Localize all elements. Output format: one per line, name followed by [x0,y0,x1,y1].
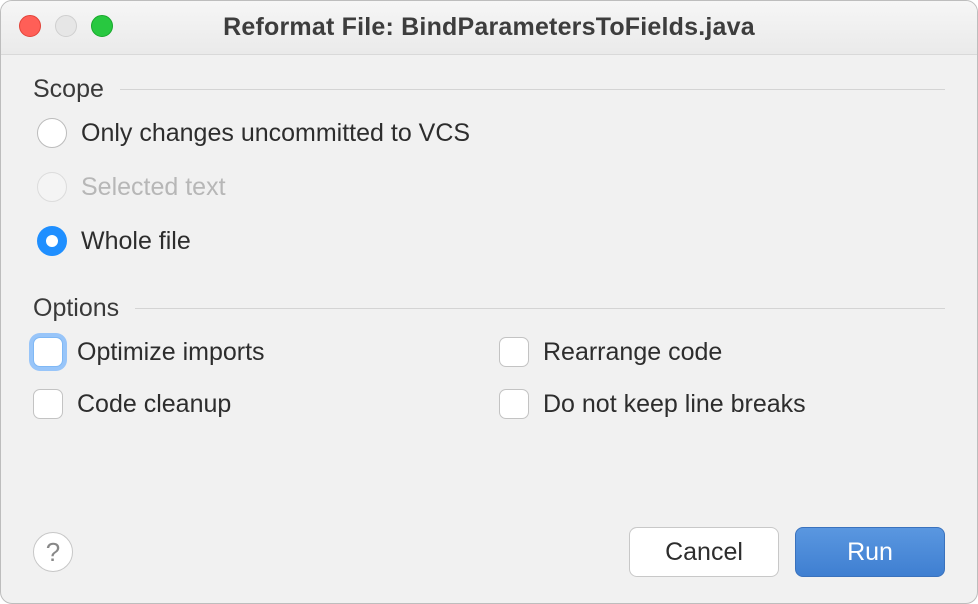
help-button[interactable]: ? [33,532,73,572]
options-label: Options [33,294,119,323]
scope-option-label: Only changes uncommitted to VCS [81,119,470,148]
dialog-footer: ? Cancel Run [1,527,977,603]
cancel-button[interactable]: Cancel [629,527,779,577]
checkbox-icon[interactable] [499,337,529,367]
titlebar: Reformat File: BindParametersToFields.ja… [1,1,977,55]
scope-label: Scope [33,75,104,104]
option-label: Rearrange code [543,338,722,367]
divider [120,89,945,90]
dialog-title: Reformat File: BindParametersToFields.ja… [1,13,977,42]
cancel-button-label: Cancel [665,538,743,567]
radio-icon [37,172,67,202]
option-label: Do not keep line breaks [543,390,806,419]
scope-option-label: Whole file [81,227,191,256]
scope-option-selected-text: Selected text [37,172,945,202]
scope-section-header: Scope [33,75,945,104]
minimize-icon [55,15,77,37]
checkbox-icon[interactable] [33,389,63,419]
divider [135,308,945,309]
option-label: Optimize imports [77,338,265,367]
option-rearrange-code[interactable]: Rearrange code [499,337,945,367]
run-button-label: Run [847,538,893,567]
option-label: Code cleanup [77,390,231,419]
radio-icon[interactable] [37,226,67,256]
maximize-icon[interactable] [91,15,113,37]
scope-option-vcs[interactable]: Only changes uncommitted to VCS [37,118,945,148]
checkbox-icon[interactable] [499,389,529,419]
options-section-header: Options [33,294,945,323]
option-code-cleanup[interactable]: Code cleanup [33,389,479,419]
help-icon: ? [46,537,60,568]
dialog-content: Scope Only changes uncommitted to VCS Se… [1,55,977,527]
window-controls [19,15,113,37]
radio-icon[interactable] [37,118,67,148]
scope-option-label: Selected text [81,173,226,202]
option-keep-line-breaks[interactable]: Do not keep line breaks [499,389,945,419]
options-grid: Optimize imports Rearrange code Code cle… [33,337,945,419]
reformat-file-dialog: Reformat File: BindParametersToFields.ja… [0,0,978,604]
run-button[interactable]: Run [795,527,945,577]
checkbox-icon[interactable] [33,337,63,367]
option-optimize-imports[interactable]: Optimize imports [33,337,479,367]
close-icon[interactable] [19,15,41,37]
scope-option-whole-file[interactable]: Whole file [37,226,945,256]
